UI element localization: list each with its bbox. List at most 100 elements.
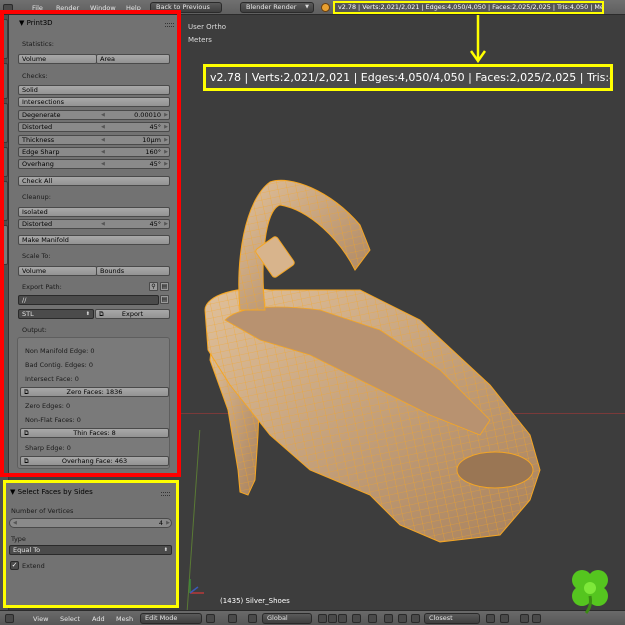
- clover-logo-icon: [572, 570, 608, 614]
- overhang-face-button[interactable]: ⧉ Overhang Face: 463: [20, 456, 169, 466]
- pivot-icon[interactable]: [228, 614, 237, 623]
- menu-file[interactable]: File: [32, 4, 43, 12]
- edge-select-icon[interactable]: [328, 614, 337, 623]
- tab-3d-printing[interactable]: [1, 225, 8, 265]
- arrow-right-icon[interactable]: ▶: [164, 123, 168, 131]
- tab-options[interactable]: [1, 147, 8, 177]
- view-units: Meters: [188, 36, 212, 44]
- select-faces-header[interactable]: ▼ Select Faces by Sides: [10, 488, 93, 496]
- shoe-mesh[interactable]: [200, 170, 560, 560]
- back-to-previous-label: Back to Previous: [156, 3, 210, 11]
- menu-view[interactable]: View: [33, 615, 48, 623]
- arrow-left-icon[interactable]: ◀: [101, 123, 105, 131]
- distorted-field[interactable]: Distorted ◀ 45° ▶: [18, 122, 170, 132]
- intersections-button[interactable]: Intersections: [18, 97, 170, 107]
- snap-element-icon[interactable]: [398, 614, 407, 623]
- snap-select[interactable]: Closest: [424, 613, 480, 624]
- proportional-icon[interactable]: [368, 614, 377, 623]
- export-button[interactable]: ⧉ Export: [95, 309, 170, 319]
- zero-faces-button[interactable]: ⧉ Zero Faces: 1836: [20, 387, 169, 397]
- thickness-field[interactable]: Thickness ◀ 10µm ▶: [18, 135, 170, 145]
- mode-select[interactable]: Edit Mode: [140, 613, 202, 624]
- type-select[interactable]: Equal To ⬍: [9, 545, 172, 555]
- scale-bounds-button[interactable]: Bounds: [96, 266, 170, 276]
- snap-icon[interactable]: [384, 614, 393, 623]
- make-manifold-button[interactable]: Make Manifold: [18, 235, 170, 245]
- export-path-input[interactable]: //: [18, 295, 159, 305]
- overhang-field[interactable]: Overhang ◀ 45° ▶: [18, 159, 170, 169]
- menu-window[interactable]: Window: [90, 4, 116, 12]
- shading-icon[interactable]: [206, 614, 215, 623]
- chevron-down-icon: ▼: [305, 4, 309, 10]
- arrow-left-icon[interactable]: ◀: [101, 111, 105, 119]
- edge-sharp-field[interactable]: Edge Sharp ◀ 160° ▶: [18, 147, 170, 157]
- area-button[interactable]: Area: [96, 54, 170, 64]
- vertices-field[interactable]: ◀ 4 ▶: [9, 518, 172, 528]
- volume-button[interactable]: Volume: [18, 54, 97, 64]
- arrow-right-icon[interactable]: ▶: [164, 220, 168, 228]
- back-to-previous-button[interactable]: Back to Previous: [150, 2, 222, 13]
- arrow-right-icon[interactable]: ▶: [166, 519, 170, 527]
- overhang-face-label: Overhang Face: 463: [61, 457, 128, 465]
- menu-select[interactable]: Select: [60, 615, 80, 623]
- menu-render[interactable]: Render: [56, 4, 79, 12]
- arrow-left-icon[interactable]: ◀: [101, 136, 105, 144]
- output-box: Non Manifold Edge: 0 Bad Contig. Edges: …: [17, 337, 170, 469]
- panel-grip-icon[interactable]: [165, 23, 174, 27]
- face-select-icon[interactable]: [338, 614, 347, 623]
- zero-edges-text: Zero Edges: 0: [25, 402, 71, 410]
- tab-shading[interactable]: [1, 103, 8, 143]
- panel-grip-icon[interactable]: [161, 492, 170, 496]
- render-engine-label: Blender Render: [246, 3, 297, 11]
- align-icon[interactable]: [486, 614, 495, 623]
- thin-faces-button[interactable]: ⧉ Thin Faces: 8: [20, 428, 169, 438]
- export-format-select[interactable]: STL ⬍: [18, 309, 94, 319]
- type-value: Equal To: [13, 546, 41, 554]
- arrow-right-icon[interactable]: ▶: [164, 160, 168, 168]
- arrow-right-icon[interactable]: ▶: [164, 136, 168, 144]
- orientation-select[interactable]: Global: [262, 613, 312, 624]
- bottom-header: View Select Add Mesh Edit Mode Global Cl…: [0, 610, 625, 625]
- arrow-right-icon[interactable]: ▶: [164, 148, 168, 156]
- solid-button[interactable]: Solid: [18, 85, 170, 95]
- render-engine-select[interactable]: Blender Render ▼: [240, 2, 314, 13]
- occlude-icon[interactable]: [352, 614, 361, 623]
- folder-icon[interactable]: ▤: [160, 295, 169, 304]
- bad-contig-text: Bad Contig. Edges: 0: [25, 361, 94, 369]
- scale-volume-button[interactable]: Volume: [18, 266, 97, 276]
- triangle-down-icon: ▼: [10, 488, 16, 496]
- tab-tools[interactable]: [1, 19, 8, 59]
- checkbox-icon[interactable]: ✓: [10, 561, 19, 570]
- editor-type-icon[interactable]: [3, 4, 13, 13]
- manipulator-icon[interactable]: [248, 614, 257, 623]
- editor-type-icon[interactable]: [5, 614, 14, 623]
- arrow-right-icon[interactable]: ▶: [164, 111, 168, 119]
- render-icon[interactable]: [520, 614, 529, 623]
- mirror-icon[interactable]: [500, 614, 509, 623]
- print3d-header[interactable]: ▼ Print3D: [19, 19, 53, 31]
- arrow-left-icon[interactable]: ◀: [101, 160, 105, 168]
- arrow-left-icon[interactable]: ◀: [101, 148, 105, 156]
- select-icon: ⧉: [24, 457, 29, 465]
- isolated-button[interactable]: Isolated: [18, 207, 170, 217]
- browse-icon[interactable]: ⚲: [149, 282, 158, 291]
- scene-stats-highlighted: v2.78 | Verts:2,021/2,021 | Edges:4,050/…: [333, 1, 604, 14]
- folder-icon[interactable]: ▤: [160, 282, 169, 291]
- camera-icon[interactable]: [532, 614, 541, 623]
- vertex-select-icon[interactable]: [318, 614, 327, 623]
- menu-mesh[interactable]: Mesh: [116, 615, 133, 623]
- tab-create[interactable]: [1, 63, 8, 99]
- tab-grease-pencil[interactable]: [1, 181, 8, 221]
- snap-target-icon[interactable]: [411, 614, 420, 623]
- menu-help[interactable]: Help: [126, 4, 141, 12]
- degenerate-field[interactable]: Degenerate ◀ 0.00010 ▶: [18, 110, 170, 120]
- field-label: Distorted: [22, 220, 53, 228]
- field-value: 45°: [149, 220, 161, 228]
- check-all-button[interactable]: Check All: [18, 176, 170, 186]
- arrow-left-icon[interactable]: ◀: [101, 220, 105, 228]
- cleanup-distorted-field[interactable]: Distorted ◀ 45° ▶: [18, 219, 170, 229]
- arrow-left-icon[interactable]: ◀: [13, 519, 17, 527]
- menu-add[interactable]: Add: [92, 615, 105, 623]
- panel-title: Select Faces by Sides: [17, 488, 93, 496]
- type-label: Type: [11, 535, 26, 543]
